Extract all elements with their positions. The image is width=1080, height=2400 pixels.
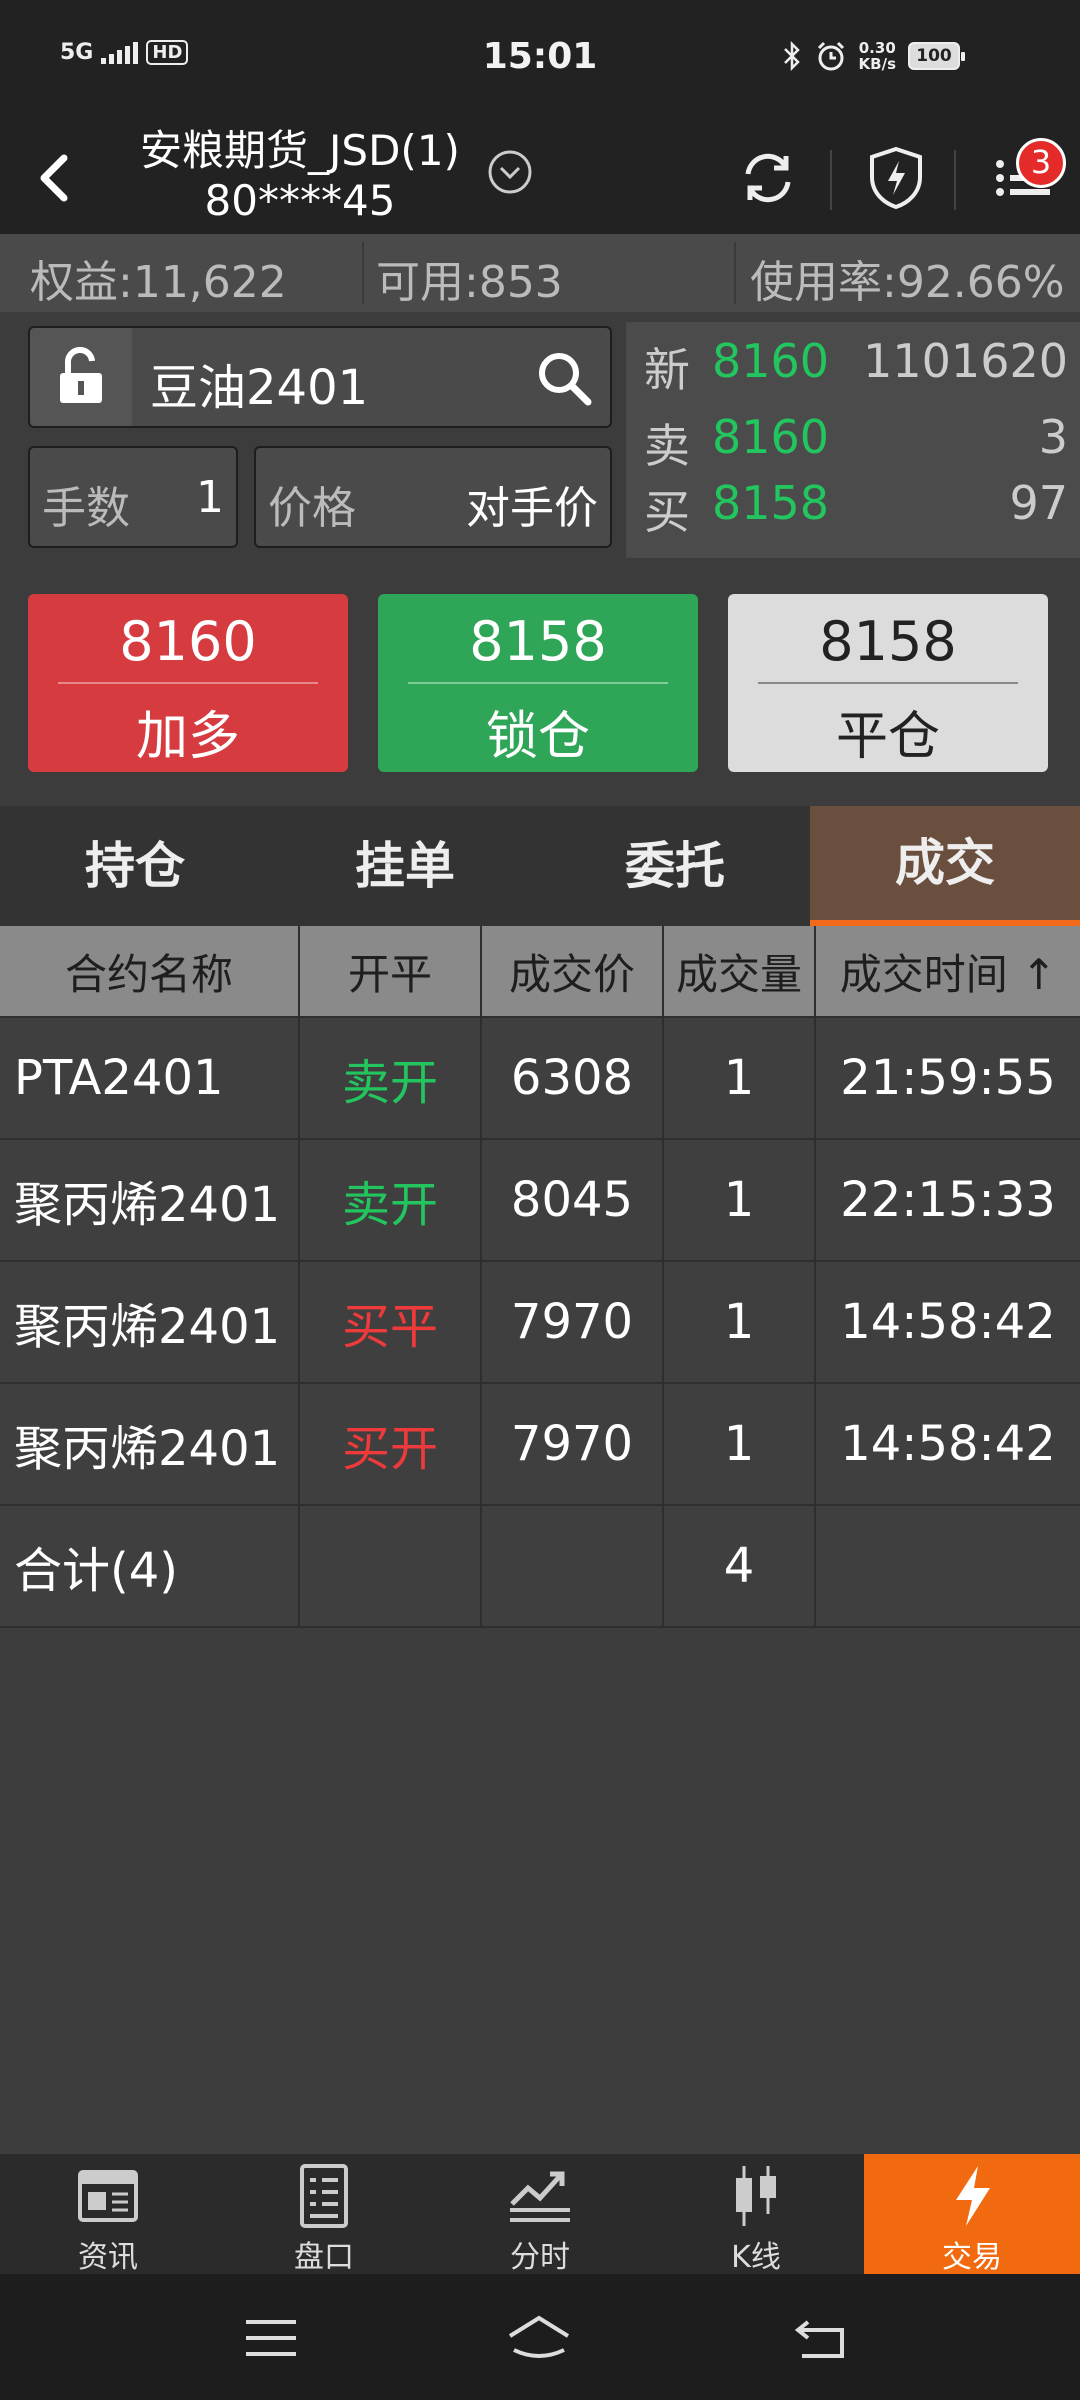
lock-position-button[interactable]: 8158 锁仓 (378, 594, 698, 772)
header-divider (954, 150, 956, 210)
last-price: 8160 (712, 334, 830, 388)
trades-table: 合约名称 开平 成交价 成交量 成交时间 ↑ PTA2401 卖开 6308 1… (0, 926, 1080, 1628)
column-header-volume[interactable]: 成交量 (664, 926, 816, 1016)
table-row[interactable]: 聚丙烯2401 卖开 8045 1 22:15:33 (0, 1140, 1080, 1262)
status-icons: 0.30 KB/s 100 (781, 39, 965, 73)
lots-value: 1 (196, 472, 224, 523)
lightning-icon (956, 2166, 990, 2226)
account-summary: 权益:11,622 可用:853 使用率:92.66% (0, 234, 1080, 312)
lock-button[interactable] (28, 326, 134, 428)
usage-rate-text: 使用率:92.66% (750, 257, 1065, 308)
quote-bid-row: 买 8158 97 (644, 476, 1068, 539)
candlestick-icon (736, 2166, 776, 2226)
intraday-chart-icon (510, 2171, 570, 2222)
close-position-button[interactable]: 8158 平仓 (728, 594, 1048, 772)
column-header-contract[interactable]: 合约名称 (0, 926, 300, 1016)
unlock-icon (60, 347, 102, 403)
account-id: 80****45 (204, 176, 396, 225)
lots-label: 手数 (42, 483, 130, 534)
price-input[interactable]: 价格 对手价 (254, 446, 612, 548)
search-icon[interactable] (534, 348, 594, 408)
price-value: 对手价 (466, 483, 598, 534)
notification-badge: 3 (1016, 138, 1066, 188)
contract-selector[interactable]: 豆油2401 (132, 326, 612, 428)
orderbook-icon (300, 2164, 348, 2228)
recent-apps-icon[interactable] (236, 2310, 306, 2366)
quote-last-row: 新 8160 1101620 (644, 334, 1068, 397)
account-name: 安粮期货_JSD(1) (140, 126, 460, 175)
news-icon (78, 2170, 138, 2222)
shield-lightning-icon[interactable] (856, 138, 936, 218)
back-nav-icon[interactable] (786, 2310, 856, 2366)
nav-trade[interactable]: 交易 (864, 2154, 1080, 2275)
contract-name: 豆油2401 (150, 360, 369, 416)
quote-ask-row: 卖 8160 3 (644, 410, 1068, 473)
tab-orders[interactable]: 委托 (540, 806, 810, 926)
ask-volume: 3 (1038, 410, 1068, 464)
home-icon[interactable] (504, 2310, 574, 2366)
account-dropdown-icon[interactable] (486, 148, 534, 196)
bottom-nav: 资讯 盘口 分时 K线 交易 (0, 2154, 1080, 2275)
column-header-time[interactable]: 成交时间 ↑ (816, 926, 1080, 1016)
nav-news[interactable]: 资讯 (0, 2154, 216, 2275)
tab-positions[interactable]: 持仓 (0, 806, 270, 926)
system-nav-bar (0, 2274, 1080, 2400)
refresh-icon[interactable] (728, 138, 808, 218)
table-row[interactable]: 聚丙烯2401 买开 7970 1 14:58:42 (0, 1384, 1080, 1506)
account-title[interactable]: 安粮期货_JSD(1) 80****45 (120, 120, 480, 226)
tab-pending-orders[interactable]: 挂单 (270, 806, 540, 926)
equity-text: 权益:11,622 (30, 257, 287, 308)
tab-trades[interactable]: 成交 (810, 806, 1080, 926)
alarm-icon (817, 41, 844, 71)
header-divider (830, 150, 832, 210)
total-volume: 4 (664, 1506, 816, 1626)
nav-intraday[interactable]: 分时 (432, 2154, 648, 2275)
column-header-side[interactable]: 开平 (300, 926, 482, 1016)
table-total-row: 合计(4) 4 (0, 1506, 1080, 1628)
total-label: 合计(4) (0, 1506, 300, 1626)
last-volume: 1101620 (863, 334, 1068, 388)
lots-input[interactable]: 手数 1 (28, 446, 238, 548)
menu-icon[interactable]: 3 (978, 138, 1068, 218)
table-row[interactable]: 聚丙烯2401 买平 7970 1 14:58:42 (0, 1262, 1080, 1384)
summary-divider (734, 242, 736, 304)
net-speed: 0.30 KB/s (858, 39, 896, 73)
bid-volume: 97 (1009, 476, 1068, 530)
nav-orderbook[interactable]: 盘口 (216, 2154, 432, 2275)
tab-bar: 持仓 挂单 委托 成交 (0, 806, 1080, 926)
app-header: 安粮期货_JSD(1) 80****45 3 (0, 120, 1080, 234)
order-panel: 豆油2401 手数 1 价格 对手价 新 8160 1101620 卖 8160… (0, 312, 1080, 806)
ask-price: 8160 (712, 410, 830, 464)
available-text: 可用:853 (376, 257, 563, 308)
summary-divider (362, 242, 364, 304)
bluetooth-icon (783, 40, 800, 72)
battery-icon: 100 (908, 42, 965, 70)
nav-kline[interactable]: K线 (648, 2154, 864, 2275)
status-bar: 5G HD 15:01 0.30 KB/s 100 (0, 0, 1080, 120)
table-header: 合约名称 开平 成交价 成交量 成交时间 ↑ (0, 926, 1080, 1018)
bid-price: 8158 (712, 476, 830, 530)
buy-long-button[interactable]: 8160 加多 (28, 594, 348, 772)
back-icon[interactable] (22, 138, 92, 218)
table-row[interactable]: PTA2401 卖开 6308 1 21:59:55 (0, 1018, 1080, 1140)
quote-panel: 新 8160 1101620 卖 8160 3 买 8158 97 (626, 322, 1080, 558)
price-label: 价格 (268, 483, 356, 534)
column-header-price[interactable]: 成交价 (482, 926, 664, 1016)
